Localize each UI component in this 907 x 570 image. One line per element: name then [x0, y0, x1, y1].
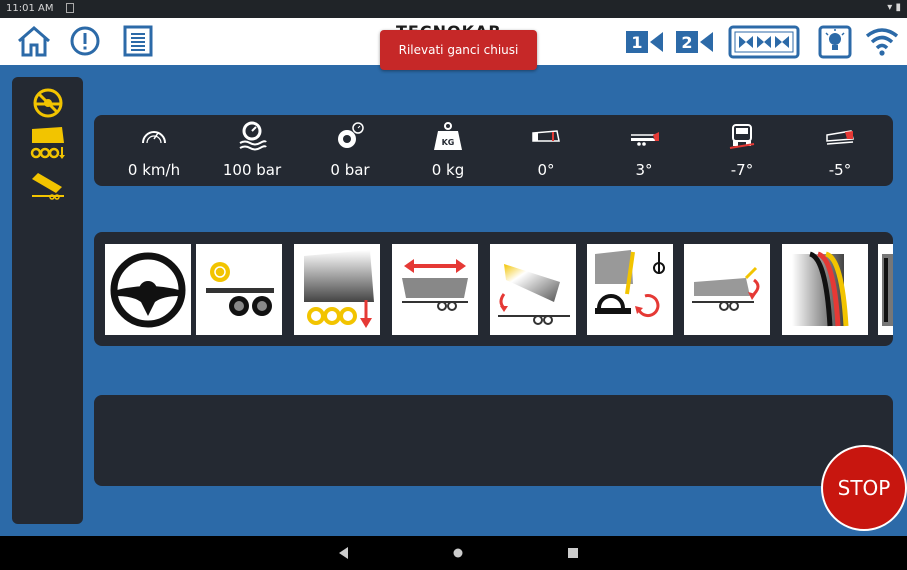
top-toolbar: TECNOKAR 1 2 Rilevati ganci chiusi: [0, 18, 907, 70]
sensor-tyre-pressure-value: 0 bar: [330, 161, 370, 179]
hydraulic-pressure-icon: [239, 121, 267, 151]
speedometer-icon: [142, 131, 166, 144]
axle-lift-button[interactable]: [196, 244, 282, 335]
sensor-body-angle: 0°: [497, 115, 595, 186]
weight-icon-label: KG: [442, 138, 455, 147]
sensor-tyre-pressure: 0 bar: [301, 115, 399, 186]
wifi-battery-icon: ▾ ▮: [887, 2, 901, 13]
info-panel: [94, 395, 893, 486]
document-icon[interactable]: [121, 24, 155, 58]
sensor-speed-value: 0 km/h: [127, 161, 181, 179]
sensor-body-angle-value: 0°: [537, 161, 555, 179]
sensor-trailer-pitch: 3°: [595, 115, 693, 186]
body-tilt-button[interactable]: [490, 244, 576, 335]
light-bulb-icon[interactable]: [818, 25, 852, 59]
sidebar: [12, 77, 83, 524]
back-icon[interactable]: [338, 546, 350, 560]
steering-wheel-icon: [110, 252, 186, 328]
sensor-weight: KG 0 kg: [399, 115, 497, 186]
status-bar: 11:01 AM ▾ ▮: [0, 0, 907, 18]
sensor-tractor-roll-value: -7°: [730, 161, 754, 179]
partial-function-icon: [882, 254, 893, 326]
tail-tilt-button[interactable]: [684, 244, 770, 335]
wifi-icon[interactable]: [864, 24, 900, 58]
sensor-trailer-pitch-value: 3°: [635, 161, 653, 179]
body-liner-icon: [792, 251, 849, 327]
stop-button[interactable]: STOP: [821, 445, 907, 531]
function-panel: [94, 232, 893, 346]
multi-camera-icon[interactable]: [728, 25, 800, 59]
sensor-tractor-roll: -7°: [693, 115, 791, 186]
axle-lower-button[interactable]: [294, 244, 380, 335]
body-liner-button[interactable]: [782, 244, 868, 335]
sensor-trailer-roll-value: -5°: [828, 161, 852, 179]
sensor-trailer-roll: -5°: [791, 115, 889, 186]
navigation-bar: [0, 536, 907, 570]
body-slide-button[interactable]: [392, 244, 478, 335]
body-tilt-large-icon: [498, 264, 570, 325]
sensor-hydraulic-pressure: 100 bar: [203, 115, 301, 186]
trailer-roll-icon: [826, 130, 854, 145]
camera-1-icon[interactable]: 1: [625, 29, 665, 55]
recents-icon[interactable]: [567, 547, 579, 559]
home-nav-icon[interactable]: [452, 547, 464, 559]
home-icon[interactable]: [16, 24, 52, 58]
axle-lower-icon[interactable]: [28, 125, 68, 161]
hook-coupling-button[interactable]: [587, 244, 673, 335]
more-functions-button[interactable]: [878, 244, 893, 335]
sensor-panel: 0 km/h 100 bar 0 bar KG 0 kg 0° 3° -7° -…: [94, 115, 893, 186]
sensor-speed: 0 km/h: [105, 115, 203, 186]
tail-tilt-icon: [692, 266, 760, 311]
tyre-pressure-icon: [338, 122, 364, 148]
sensor-weight-value: 0 kg: [431, 161, 465, 179]
sensor-hydraulic-pressure-value: 100 bar: [222, 161, 282, 179]
body-slide-icon: [402, 259, 468, 311]
trailer-pitch-icon: [631, 132, 659, 146]
body-angle-icon: [532, 130, 560, 142]
weight-icon: KG: [434, 122, 462, 150]
sim-icon: [66, 3, 74, 13]
axle-lift-icon: [206, 262, 274, 316]
hook-coupling-icon: [595, 250, 665, 318]
body-lower-icon: [304, 250, 374, 328]
steering-lock-icon[interactable]: [32, 87, 64, 119]
body-tilt-icon[interactable]: [30, 171, 66, 201]
svg-text:1: 1: [631, 33, 642, 52]
notification-toast: Rilevati ganci chiusi: [380, 30, 537, 70]
steering-button[interactable]: [105, 244, 191, 335]
status-time: 11:01 AM: [6, 3, 54, 14]
camera-2-icon[interactable]: 2: [675, 29, 715, 55]
alert-icon[interactable]: [69, 25, 101, 57]
svg-text:2: 2: [681, 33, 692, 52]
tractor-roll-icon: [729, 124, 755, 149]
